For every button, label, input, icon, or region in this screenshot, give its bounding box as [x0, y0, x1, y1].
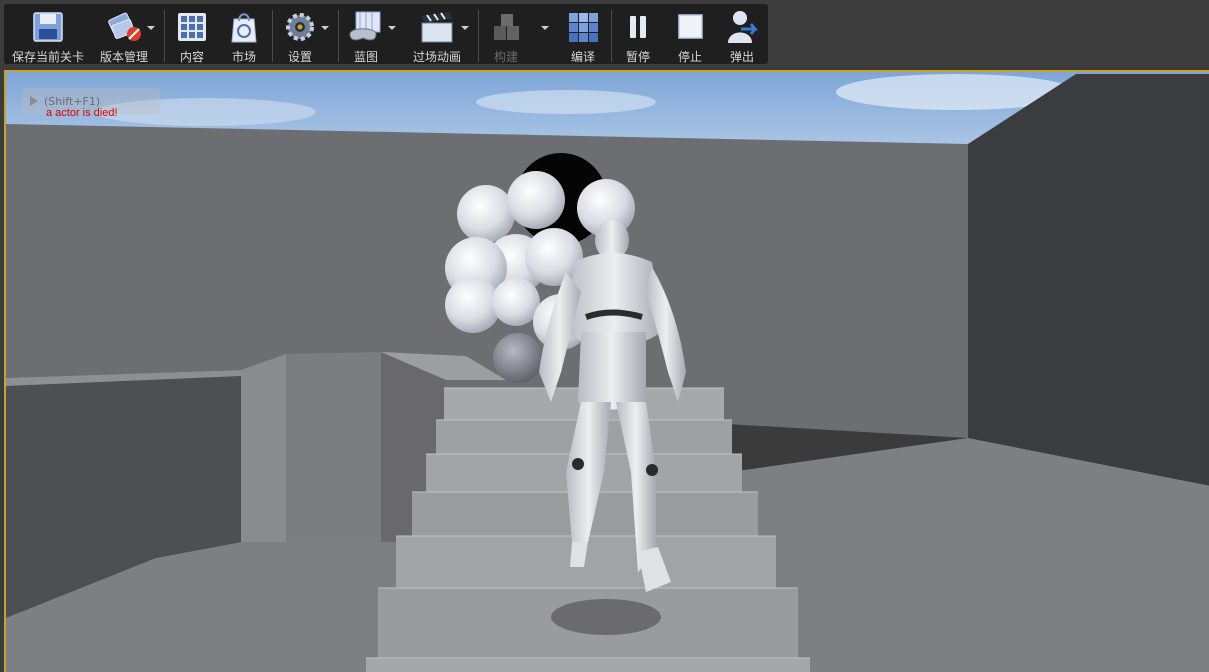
toolbar-separator — [338, 10, 339, 62]
save-icon — [28, 8, 68, 46]
marketplace-bag-icon — [224, 8, 264, 46]
toolbar-separator — [611, 10, 612, 62]
settings-label: 设置 — [287, 50, 312, 64]
content-button[interactable]: 内容 — [168, 8, 216, 66]
settings-button[interactable]: 设置 — [276, 8, 324, 66]
eject-button[interactable]: 弹出 — [718, 8, 766, 66]
build-button[interactable]: 构建 — [482, 8, 530, 66]
toolbar-group: 保存当前关卡 版本管理 内容 市场 设置 蓝图 过场动画 构建 编译 暂停 停止… — [4, 4, 768, 64]
settings-dropdown-icon[interactable] — [321, 26, 329, 30]
build-dropdown-icon[interactable] — [541, 26, 549, 30]
viewport-hint-text: (Shift+F1) — [44, 94, 101, 108]
play-icon — [30, 96, 38, 106]
content-label: 内容 — [179, 50, 204, 64]
blueprint-controller-icon — [346, 8, 386, 46]
level-scene — [6, 72, 1209, 672]
source-control-label: 版本管理 — [99, 50, 148, 64]
pause-button[interactable]: 暂停 — [614, 8, 662, 66]
stop-label: 停止 — [677, 50, 702, 64]
clapperboard-icon — [417, 8, 457, 46]
marketplace-label: 市场 — [231, 50, 256, 64]
build-label: 构建 — [493, 50, 518, 64]
content-browser-icon — [172, 8, 212, 46]
source-control-button[interactable]: 版本管理 — [92, 8, 156, 66]
build-blocks-icon — [486, 8, 526, 46]
stop-icon — [670, 8, 710, 46]
game-viewport[interactable]: (Shift+F1) a actor is died! — [4, 70, 1209, 672]
source-control-icon — [104, 8, 144, 46]
right-wall — [968, 74, 1209, 486]
compile-cubes-icon — [563, 8, 603, 46]
pause-label: 暂停 — [625, 50, 650, 64]
blueprints-label: 蓝图 — [353, 50, 378, 64]
cinematics-label: 过场动画 — [412, 50, 461, 64]
cinematics-dropdown-icon[interactable] — [461, 26, 469, 30]
source-control-dropdown-icon[interactable] — [147, 26, 155, 30]
eject-person-icon — [722, 8, 762, 46]
editor-toolbar: 保存当前关卡 版本管理 内容 市场 设置 蓝图 过场动画 构建 编译 暂停 停止… — [0, 0, 1209, 66]
blueprints-dropdown-icon[interactable] — [388, 26, 396, 30]
marketplace-button[interactable]: 市场 — [220, 8, 268, 66]
toolbar-separator — [478, 10, 479, 62]
save-level-button[interactable]: 保存当前关卡 — [8, 8, 88, 66]
pause-icon — [618, 8, 658, 46]
compile-button[interactable]: 编译 — [559, 8, 607, 66]
save-level-label: 保存当前关卡 — [11, 50, 84, 64]
debug-message: a actor is died! — [46, 107, 118, 119]
settings-gear-icon — [280, 8, 320, 46]
compile-label: 编译 — [570, 50, 595, 64]
toolbar-separator — [272, 10, 273, 62]
stop-button[interactable]: 停止 — [666, 8, 714, 66]
cinematics-button[interactable]: 过场动画 — [406, 8, 468, 66]
toolbar-separator — [164, 10, 165, 62]
blueprints-button[interactable]: 蓝图 — [342, 8, 390, 66]
eject-label: 弹出 — [729, 50, 754, 64]
